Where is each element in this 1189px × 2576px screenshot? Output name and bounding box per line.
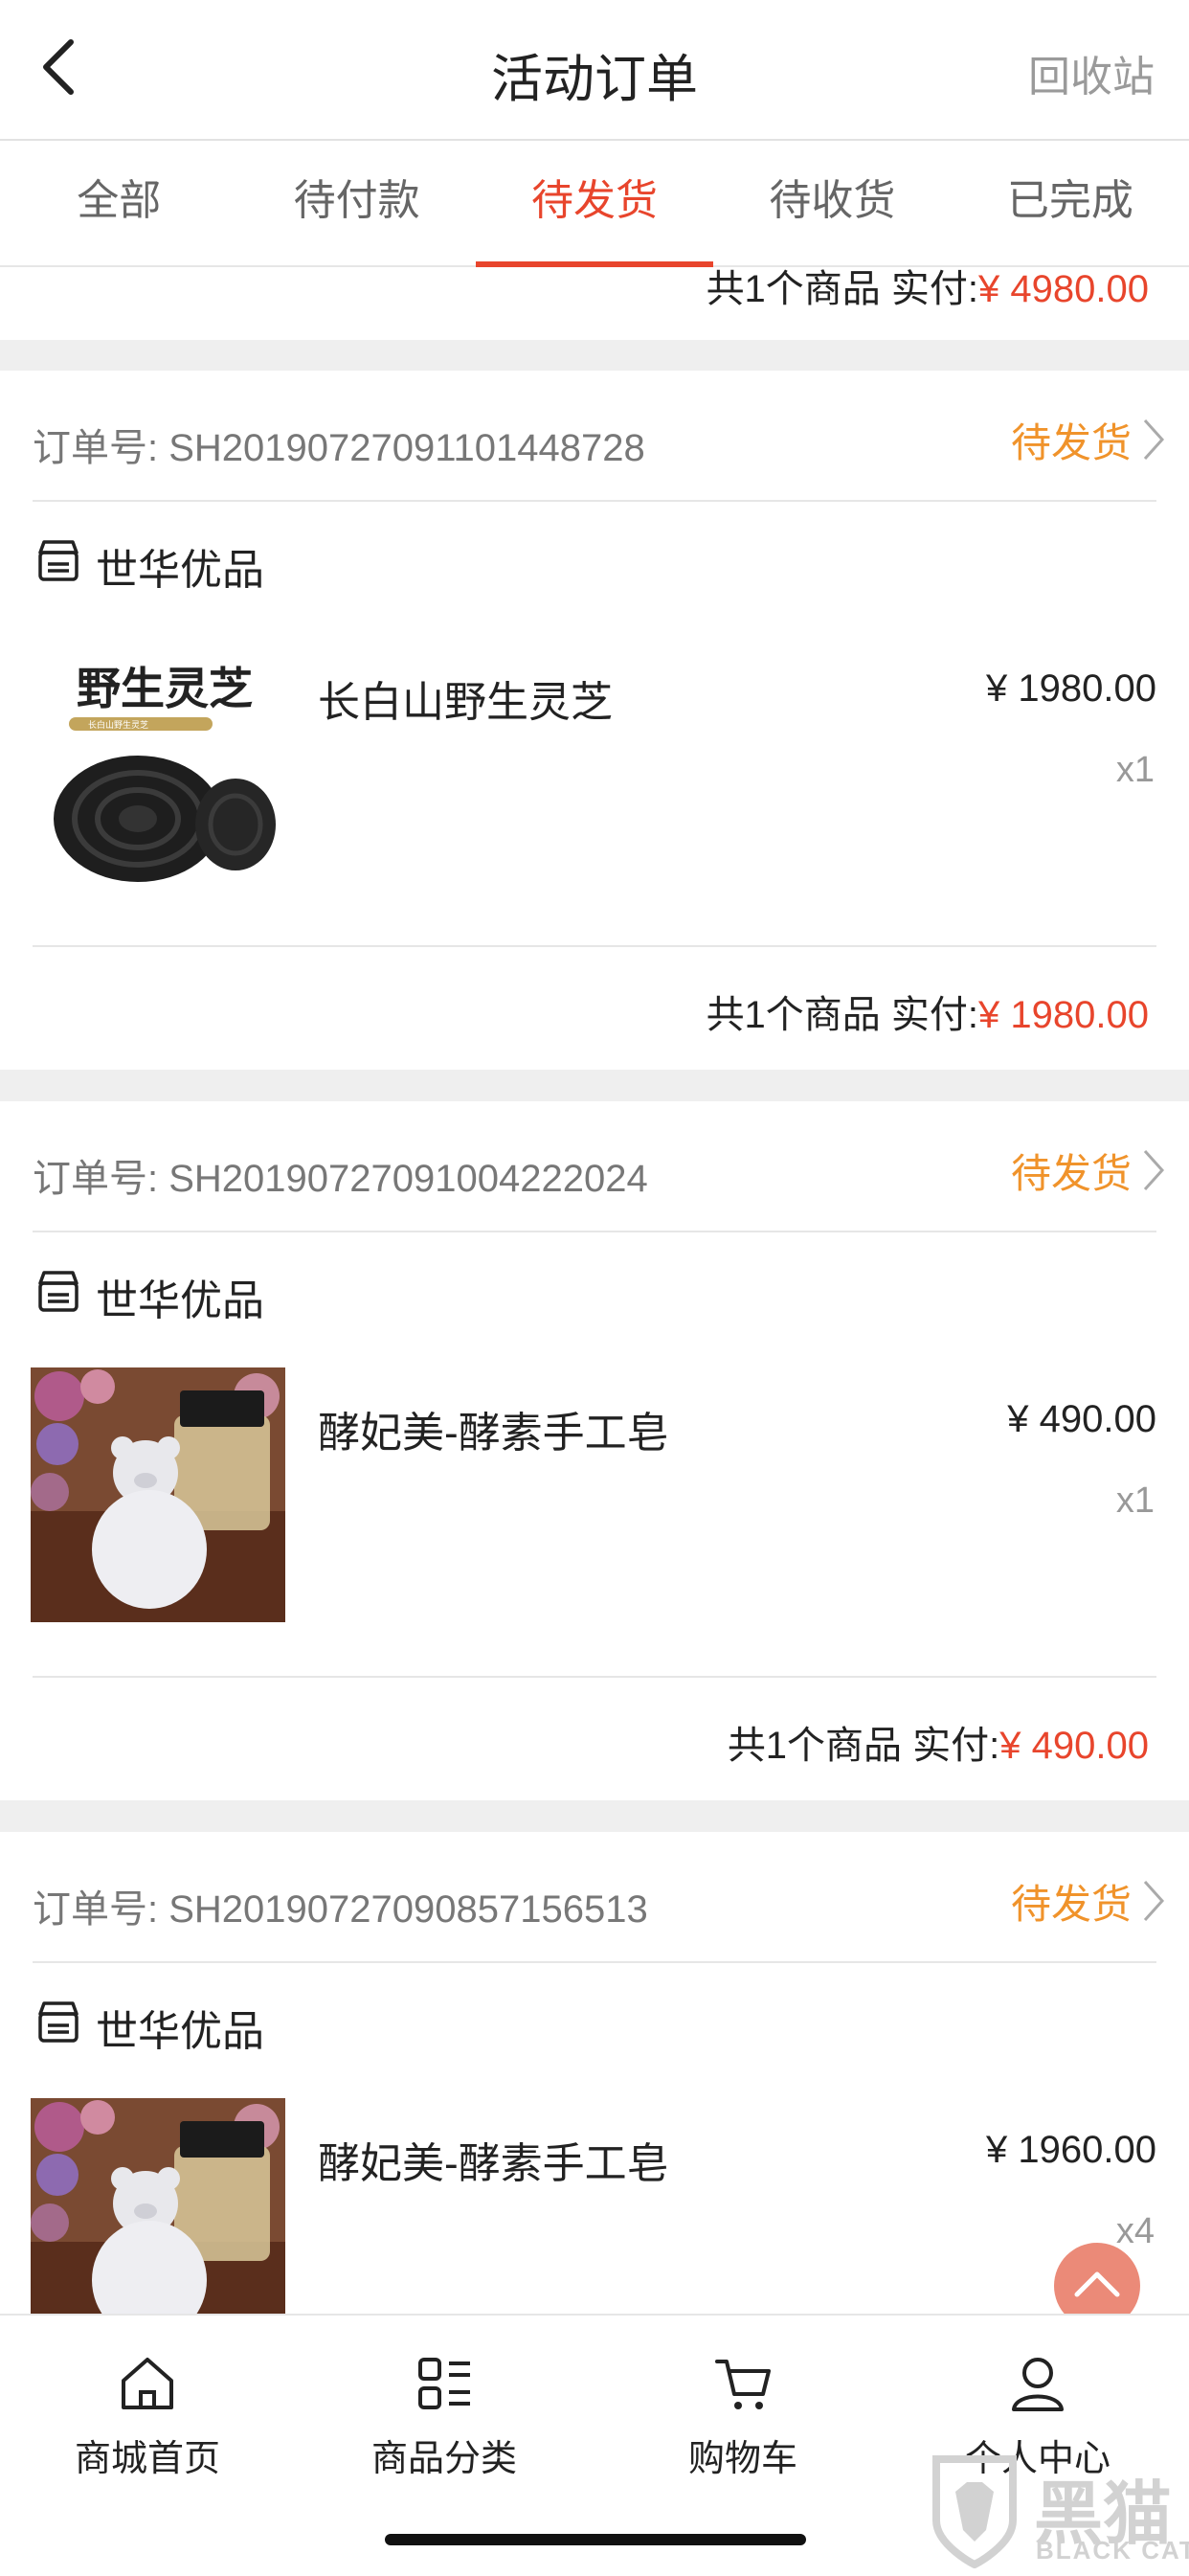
nav-item-home[interactable]: 商城首页 (23, 2350, 272, 2481)
watermark-text-en: BLACK CAT (1036, 2536, 1189, 2565)
store-name: 世华优品 (96, 2008, 264, 2055)
product-image[interactable] (31, 1367, 285, 1622)
order-number: 订单号: SH20190727091101448728 (33, 427, 645, 469)
product-name[interactable]: 酵妃美-酵素手工皂 (318, 2129, 669, 2190)
divider (33, 1961, 1156, 1963)
divider (33, 945, 1156, 947)
order-summary: 共1个商品 实付: (727, 1725, 1000, 1767)
order-status-tabs: 全部 待付款 待发货 待收货 已完成 (0, 141, 1189, 267)
order-summary: 共1个商品 实付: (706, 994, 979, 1036)
tab-all[interactable]: 全部 (0, 141, 237, 265)
recycle-bin-link[interactable]: 回收站 (1028, 42, 1155, 103)
store-icon (38, 540, 79, 581)
product-quantity: x1 (1115, 750, 1155, 790)
home-icon (122, 2358, 173, 2409)
order-number: 订单号: SH20190727090857156513 (33, 1888, 648, 1931)
product-image-title: 野生灵芝 (77, 663, 253, 714)
tab-pending-shipment[interactable]: 待发货 (475, 141, 714, 267)
product-price: ¥ 1980.00 (986, 667, 1156, 710)
product-price: ¥ 1960.00 (986, 2129, 1156, 2171)
store-name: 世华优品 (96, 1277, 264, 1324)
app-header: 活动订单 回收站 (0, 0, 1189, 141)
cart-icon (715, 2360, 771, 2409)
product-image[interactable] (31, 2098, 285, 2314)
divider (33, 1676, 1156, 1678)
home-indicator (385, 2534, 806, 2545)
chevron-right-icon[interactable] (1139, 413, 1168, 466)
user-icon (1012, 2358, 1064, 2411)
order-card[interactable]: 订单号: SH20190727091101448728 待发货 世华优品 野生灵… (0, 371, 1189, 1070)
cat-shield-icon (932, 2455, 1017, 2569)
divider (33, 1231, 1156, 1232)
order-number: 订单号: SH20190727091004222024 (33, 1158, 648, 1200)
product-name[interactable]: 酵妃美-酵素手工皂 (318, 1398, 669, 1459)
nav-label: 商城首页 (74, 2439, 220, 2479)
order-card[interactable]: 订单号: SH20190727090857156513 待发货 世华优品 酵妃美… (0, 1832, 1189, 2314)
tab-pending-payment[interactable]: 待付款 (237, 141, 475, 265)
chevron-right-icon[interactable] (1139, 1143, 1168, 1197)
order-status[interactable]: 待发货 (1011, 1141, 1132, 1200)
product-name[interactable]: 长白山野生灵芝 (318, 667, 613, 729)
nav-item-cart[interactable]: 购物车 (618, 2350, 867, 2481)
order-summary: 共1个商品 实付: (706, 268, 979, 310)
store-icon (38, 2001, 79, 2043)
order-card[interactable]: 订单号: SH20190727091004222024 待发货 世华优品 酵妃美… (0, 1101, 1189, 1800)
nav-label: 购物车 (687, 2439, 797, 2479)
partial-order-card: 共1个商品 实付:¥ 4980.00 (0, 267, 1189, 340)
store-icon (38, 1271, 79, 1312)
order-total-price: ¥ 4980.00 (978, 268, 1149, 310)
order-total-row: 共1个商品 实付:¥ 490.00 (728, 1714, 1149, 1770)
product-quantity: x1 (1115, 1480, 1155, 1521)
watermark-logo: 黑猫 BLACK CAT (927, 2453, 1189, 2569)
product-image-subtitle: 长白山野生灵芝 (88, 719, 148, 731)
product-image[interactable]: 野生灵芝 长白山野生灵芝 (31, 637, 285, 892)
order-total-price: ¥ 1980.00 (978, 994, 1149, 1036)
divider (33, 500, 1156, 502)
product-price: ¥ 490.00 (1007, 1398, 1156, 1440)
nav-item-categories[interactable]: 商品分类 (320, 2350, 569, 2481)
order-total-row: 共1个商品 实付:¥ 4980.00 (707, 258, 1149, 313)
category-icon (418, 2358, 470, 2409)
store-name: 世华优品 (96, 547, 264, 594)
order-total-price: ¥ 490.00 (999, 1725, 1149, 1767)
page-title: 活动订单 (491, 51, 698, 108)
tab-pending-receipt[interactable]: 待收货 (713, 141, 951, 265)
order-status[interactable]: 待发货 (1011, 1872, 1132, 1931)
chevron-right-icon[interactable] (1139, 1874, 1168, 1928)
order-status[interactable]: 待发货 (1011, 411, 1132, 469)
nav-label: 商品分类 (370, 2439, 517, 2479)
order-total-row: 共1个商品 实付:¥ 1980.00 (707, 983, 1149, 1039)
tab-completed[interactable]: 已完成 (952, 141, 1189, 265)
